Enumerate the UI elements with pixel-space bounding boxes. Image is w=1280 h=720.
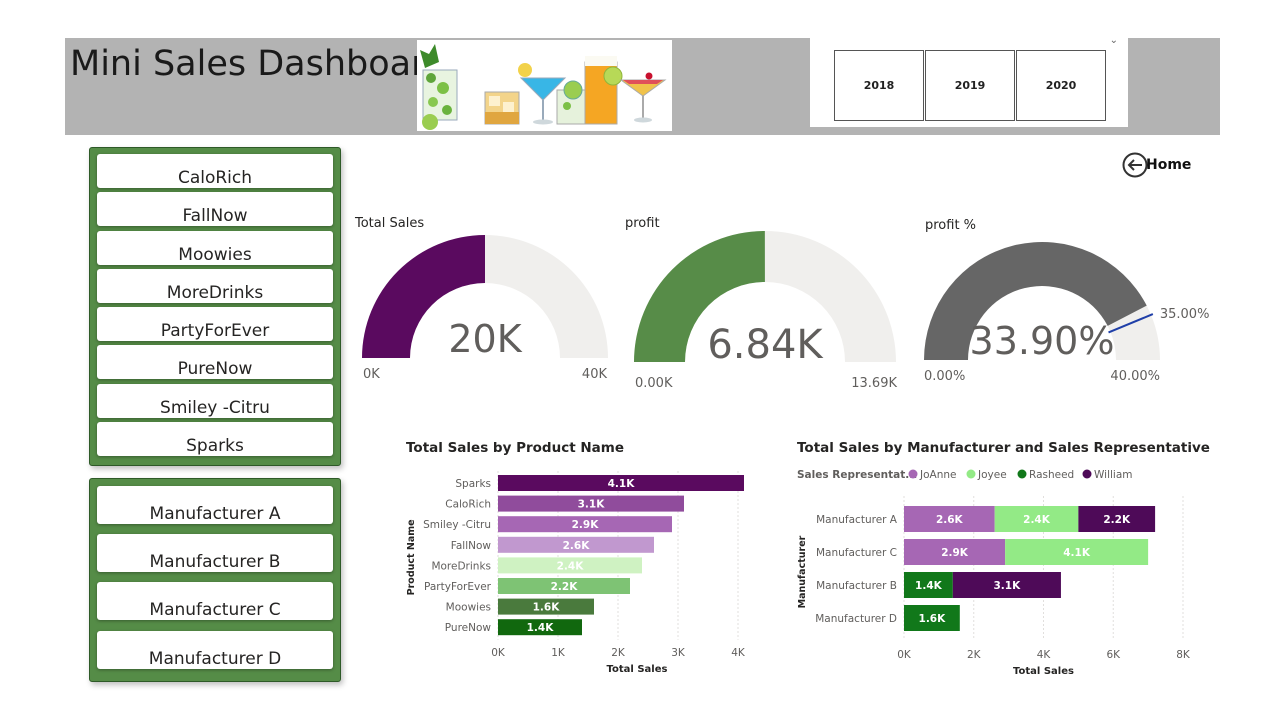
cocktail-glass-icon <box>619 72 667 123</box>
year-button-2019[interactable]: 2019 <box>925 50 1015 121</box>
x-tick-label: 0K <box>491 647 506 659</box>
product-button-calorich[interactable]: CaloRich <box>97 154 333 188</box>
product-button-partyforever[interactable]: PartyForEver <box>97 307 333 341</box>
year-slicer: ⌄ 2018 2019 2020 <box>810 35 1128 127</box>
segment-data-label: 2.6K <box>936 514 964 526</box>
segment-data-label: 3.1K <box>994 580 1022 592</box>
product-chart-title: Total Sales by Product Name <box>406 440 624 456</box>
category-label: PartyForEver <box>424 581 492 593</box>
segment-data-label: 2.2K <box>1103 514 1131 526</box>
manufacturer-button-a[interactable]: Manufacturer A <box>97 486 333 524</box>
y-axis-title: Manufacturer <box>797 535 808 608</box>
bar-data-label: 2.6K <box>563 540 591 552</box>
legend-label: JoAnne <box>919 469 956 481</box>
category-label: Smiley -Citru <box>423 519 491 531</box>
gauge-total-sales: 20K 0K 40K <box>362 235 608 382</box>
gauge-value-label: 33.90% <box>970 319 1115 363</box>
x-tick-label: 4K <box>1037 649 1052 661</box>
category-label: Manufacturer D <box>815 613 897 625</box>
category-label: Manufacturer C <box>816 547 897 559</box>
category-label: Manufacturer A <box>816 514 898 526</box>
bar-data-label: 3.1K <box>578 499 606 511</box>
legend-title: Sales Representat... <box>797 469 917 481</box>
gauge-value-label: 6.84K <box>707 322 824 368</box>
gauge-min-label: 0K <box>363 367 380 382</box>
manufacturer-chart-title: Total Sales by Manufacturer and Sales Re… <box>797 440 1210 456</box>
manufacturer-sales-stacked-bar-chart: Sales Representat... JoAnne Joyee Rasheed Wi… <box>797 469 1191 677</box>
whiskey-glass-icon <box>484 91 520 125</box>
category-label: MoreDrinks <box>431 560 491 572</box>
mojito-glass-icon <box>420 44 458 130</box>
category-label: PureNow <box>445 622 492 634</box>
product-button-fallnow[interactable]: FallNow <box>97 192 333 226</box>
manufacturer-button-d[interactable]: Manufacturer D <box>97 631 333 669</box>
gauge-max-label: 13.69K <box>851 376 897 391</box>
legend-marker <box>1082 469 1092 479</box>
y-axis-title: Product Name <box>406 519 417 595</box>
year-button-2020[interactable]: 2020 <box>1016 50 1106 121</box>
product-button-sparks[interactable]: Sparks <box>97 422 333 456</box>
bar-data-label: 1.4K <box>527 622 555 634</box>
manufacturer-buttons-panel: Manufacturer A Manufacturer B Manufactur… <box>89 478 341 682</box>
gauge-max-label: 40.00% <box>1110 369 1160 384</box>
chevron-down-icon[interactable]: ⌄ <box>1110 35 1118 46</box>
page-title: Mini Sales Dashboard <box>70 44 448 84</box>
legend-marker <box>908 469 918 479</box>
category-label: Sparks <box>455 478 491 490</box>
x-tick-label: 8K <box>1176 649 1191 661</box>
legend-label: Joyee <box>977 469 1007 481</box>
gauge-target-label: 35.00% <box>1160 307 1210 322</box>
segment-data-label: 1.4K <box>915 580 943 592</box>
beer-glass-icon <box>584 56 623 125</box>
gauge-min-label: 0.00K <box>635 376 673 391</box>
segment-data-label: 2.4K <box>1023 514 1051 526</box>
x-tick-label: 2K <box>967 649 982 661</box>
category-label: FallNow <box>451 540 492 552</box>
bar-data-label: 4.1K <box>608 478 636 490</box>
home-button[interactable]: Home <box>1122 151 1191 179</box>
legend-label: Rasheed <box>1029 469 1074 481</box>
x-tick-label: 4K <box>731 647 746 659</box>
bar-data-label: 2.2K <box>551 581 579 593</box>
gauge-title-total-sales: Total Sales <box>355 216 425 231</box>
category-label: Moowies <box>446 602 491 614</box>
manufacturer-button-b[interactable]: Manufacturer B <box>97 534 333 572</box>
legend-label: William <box>1094 469 1132 481</box>
gauge-profit-pct: 33.90% 0.00% 40.00% 35.00% <box>924 242 1210 384</box>
segment-data-label: 4.1K <box>1063 547 1091 559</box>
gauge-max-label: 40K <box>582 367 608 382</box>
bar-data-label: 2.4K <box>557 560 585 572</box>
x-tick-label: 3K <box>671 647 686 659</box>
x-tick-label: 2K <box>611 647 626 659</box>
back-arrow-icon <box>1122 152 1148 178</box>
home-label: Home <box>1146 157 1192 173</box>
bar-data-label: 2.9K <box>572 519 600 531</box>
gauge-title-profit: profit <box>625 216 660 231</box>
gauge-profit: 6.84K 0.00K 13.69K <box>634 231 897 391</box>
segment-data-label: 2.9K <box>941 547 969 559</box>
manufacturer-button-c[interactable]: Manufacturer C <box>97 582 333 620</box>
legend-marker <box>1017 469 1027 479</box>
gauge-min-label: 0.00% <box>924 369 965 384</box>
product-button-moowies[interactable]: Moowies <box>97 231 333 265</box>
x-axis-title: Total Sales <box>1013 666 1074 677</box>
legend-marker <box>966 469 976 479</box>
category-label: CaloRich <box>445 499 491 511</box>
segment-data-label: 1.6K <box>919 613 947 625</box>
bar-data-label: 1.6K <box>533 602 561 614</box>
product-buttons-panel: CaloRich FallNow Moowies MoreDrinks Part… <box>89 147 341 466</box>
product-sales-bar-chart: 0K 1K 2K 3K 4K Sparks 4.1K CaloRich 3.1K Smiley -… <box>406 471 746 675</box>
year-button-2018[interactable]: 2018 <box>834 50 924 121</box>
drinks-banner-image <box>417 40 672 131</box>
category-label: Manufacturer B <box>816 580 897 592</box>
lime-drink-icon <box>556 80 588 125</box>
product-button-smiley-citru[interactable]: Smiley -Citru <box>97 384 333 418</box>
gauge-value-label: 20K <box>448 317 522 361</box>
x-axis-title: Total Sales <box>607 664 668 675</box>
product-button-purenow[interactable]: PureNow <box>97 345 333 379</box>
x-tick-label: 0K <box>897 649 912 661</box>
product-button-moredrinks[interactable]: MoreDrinks <box>97 269 333 303</box>
x-tick-label: 6K <box>1106 649 1121 661</box>
x-tick-label: 1K <box>551 647 566 659</box>
